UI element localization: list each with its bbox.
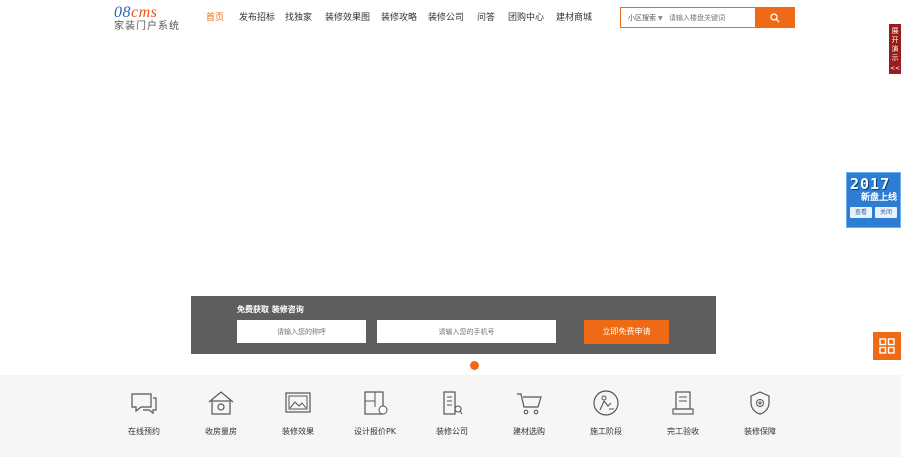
demo-toggle-label: 展开演示 bbox=[891, 27, 899, 62]
service-strip: 在线预约 收房量房 装修效果 设计报价PK 装修公司 建材选购 施工阶段 完工验… bbox=[0, 375, 901, 457]
nav-item-renovation-photos[interactable]: 装修效果图 bbox=[325, 9, 381, 27]
logo-subtitle: 家装门户系统 bbox=[114, 21, 180, 32]
service-renovation-company[interactable]: 装修公司 bbox=[422, 389, 482, 437]
search-button[interactable] bbox=[755, 7, 795, 28]
service-online-booking[interactable]: 在线预约 bbox=[114, 389, 174, 437]
service-house-measure[interactable]: 收房量房 bbox=[191, 389, 251, 437]
promo-buttons: 查看 关闭 bbox=[850, 207, 897, 218]
logo-wordmark-part1: 08 bbox=[114, 4, 131, 21]
page: 08cms 家装门户系统 首页 发布招标 找独家 装修效果图 装修攻略 装修公司… bbox=[0, 0, 901, 457]
main-nav: 首页 发布招标 找独家 装修效果图 装修攻略 装修公司 问答 团购中心 建材商城 bbox=[206, 9, 596, 27]
service-label: 建材选购 bbox=[513, 427, 545, 436]
nav-item-renovation-guide[interactable]: 装修攻略 bbox=[381, 9, 428, 27]
promo-year: 2017 bbox=[850, 175, 891, 193]
nav-item-home[interactable]: 首页 bbox=[206, 9, 239, 27]
service-completion-acceptance[interactable]: 完工验收 bbox=[653, 389, 713, 437]
service-materials-shopping[interactable]: 建材选购 bbox=[499, 389, 559, 437]
site-logo[interactable]: 08cms 家装门户系统 bbox=[114, 5, 184, 35]
service-label: 装修公司 bbox=[436, 427, 468, 436]
shield-icon bbox=[750, 391, 770, 415]
service-label: 施工阶段 bbox=[590, 427, 622, 436]
search-input[interactable] bbox=[669, 8, 751, 27]
document-icon bbox=[672, 391, 694, 415]
nav-item-materials-mall[interactable]: 建材商城 bbox=[556, 9, 596, 27]
service-label: 设计报价PK bbox=[353, 427, 397, 436]
service-label: 在线预约 bbox=[128, 427, 160, 436]
service-construction-stage[interactable]: 施工阶段 bbox=[576, 389, 636, 437]
search-bar: 小区搜索 ▼ bbox=[620, 7, 795, 28]
cart-icon bbox=[517, 393, 542, 415]
search-category-label: 小区搜索 bbox=[628, 13, 656, 22]
service-label: 收房量房 bbox=[205, 427, 237, 436]
name-input[interactable] bbox=[237, 320, 366, 343]
nav-item-renovation-company[interactable]: 装修公司 bbox=[428, 9, 477, 27]
search-icon bbox=[770, 12, 780, 22]
worker-icon bbox=[593, 390, 619, 416]
free-consult-form: 免费获取 装修咨询 立即免费申请 bbox=[191, 296, 716, 354]
service-design-quote-pk[interactable]: 设计报价PK bbox=[345, 389, 405, 437]
nav-item-find-designer[interactable]: 找独家 bbox=[285, 9, 325, 27]
service-renovation-effect[interactable]: 装修效果 bbox=[268, 389, 328, 437]
nav-item-qa[interactable]: 问答 bbox=[477, 9, 508, 27]
new-listing-promo[interactable]: 2017 新盘上线 查看 关闭 bbox=[846, 172, 901, 228]
consult-title: 免费获取 装修咨询 bbox=[237, 305, 304, 314]
logo-wordmark-part2: cms bbox=[131, 4, 158, 21]
side-menu-button[interactable] bbox=[873, 332, 901, 360]
service-label: 完工验收 bbox=[667, 427, 699, 436]
demo-toggle-tab[interactable]: 展开演示 << bbox=[889, 24, 901, 74]
building-icon bbox=[443, 391, 463, 415]
house-icon bbox=[208, 391, 234, 415]
service-label: 装修效果 bbox=[282, 427, 314, 436]
apply-now-button[interactable]: 立即免费申请 bbox=[584, 320, 669, 344]
promo-text: 新盘上线 bbox=[860, 193, 897, 203]
service-label: 装修保障 bbox=[744, 427, 776, 436]
promo-close-button[interactable]: 关闭 bbox=[875, 207, 897, 218]
nav-item-post-tender[interactable]: 发布招标 bbox=[239, 9, 285, 27]
slider-dot-active[interactable] bbox=[470, 361, 479, 370]
chat-bubble-icon bbox=[131, 393, 157, 415]
picture-icon bbox=[285, 392, 311, 413]
demo-toggle-arrow: << bbox=[889, 65, 901, 72]
phone-input[interactable] bbox=[377, 320, 556, 343]
search-category-select[interactable]: 小区搜索 ▼ bbox=[621, 13, 669, 23]
promo-view-button[interactable]: 查看 bbox=[850, 207, 872, 218]
nav-item-group-buy[interactable]: 团购中心 bbox=[508, 9, 556, 27]
caret-down-icon: ▼ bbox=[658, 14, 663, 22]
grid-icon bbox=[879, 338, 895, 354]
service-renovation-guarantee[interactable]: 装修保障 bbox=[730, 389, 790, 437]
logo-wordmark: 08cms bbox=[114, 5, 184, 21]
floorplan-icon bbox=[364, 391, 388, 415]
